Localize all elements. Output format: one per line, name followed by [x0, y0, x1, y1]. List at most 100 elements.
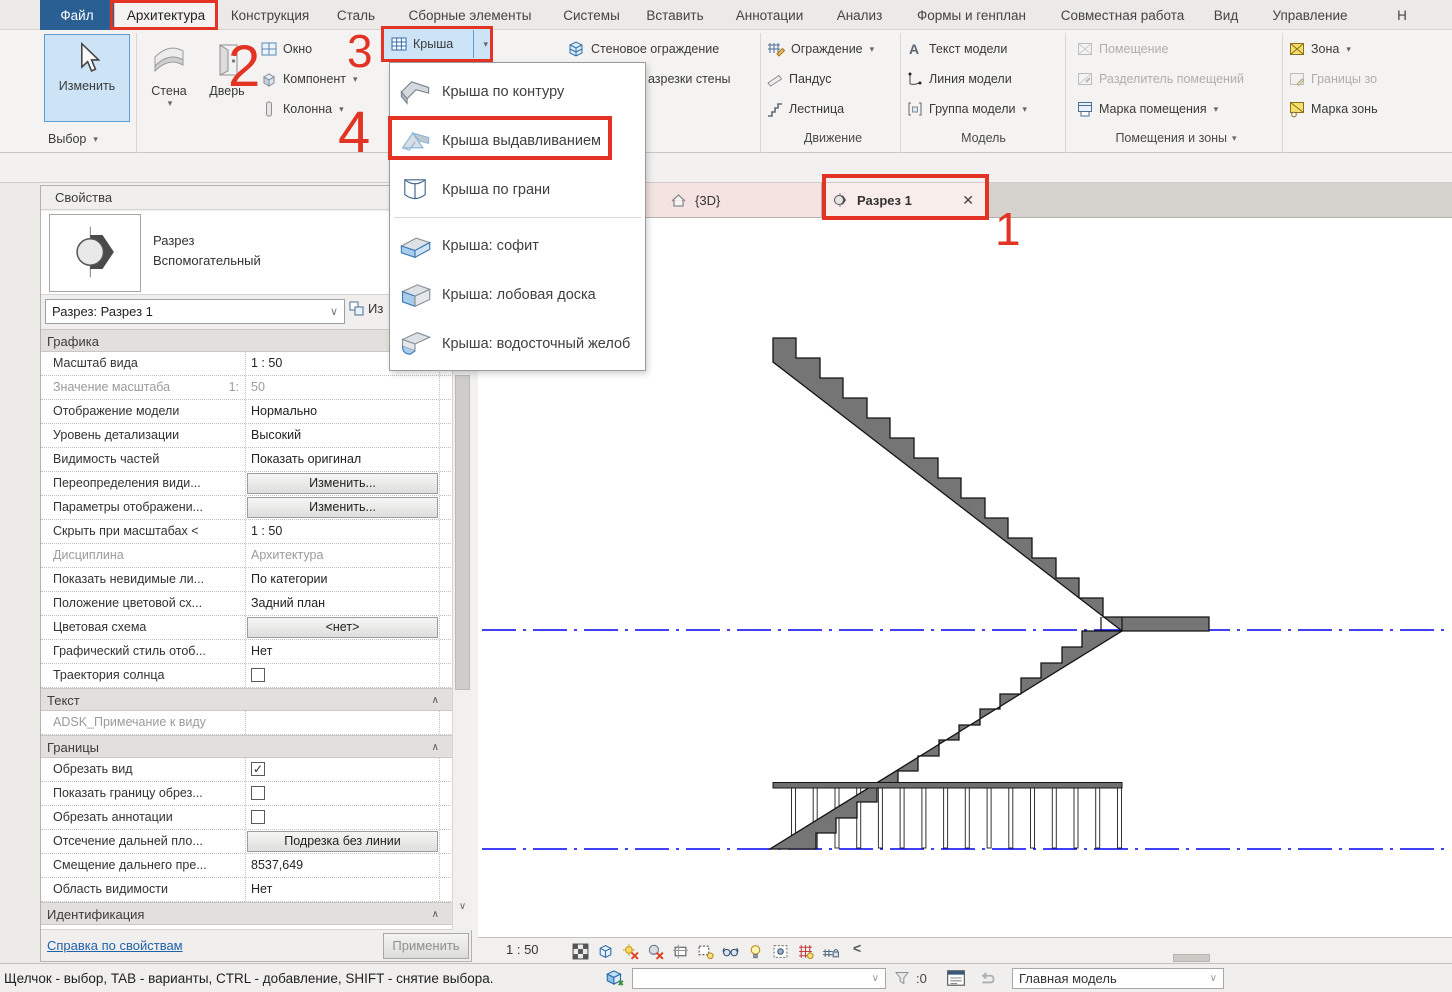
column-button[interactable]: Колонна ▾ [260, 98, 344, 120]
checkbox-unchecked[interactable] [251, 810, 265, 824]
curtain-grid-button[interactable]: Стеновое ограждение [566, 38, 719, 60]
property-button[interactable]: Изменить... [247, 497, 438, 518]
shadows-off-icon[interactable] [645, 942, 665, 960]
close-icon[interactable]: ✕ [962, 192, 974, 209]
filter-icon[interactable] [894, 970, 910, 986]
edit-type-button-fragment[interactable]: Из [349, 301, 383, 316]
property-value[interactable]: <нет> [246, 616, 440, 639]
property-value[interactable] [246, 782, 440, 805]
type-selector[interactable]: Разрез: Разрез 1 ∨ [45, 299, 345, 324]
hide-analytical-icon[interactable] [795, 942, 815, 960]
active-model-combo[interactable]: Главная модель ∨ [1012, 968, 1224, 989]
viewbar-collapse-arrow[interactable]: < [853, 940, 861, 956]
section-header-Текст[interactable]: Текст ∧ [41, 688, 453, 711]
sun-path-off-icon[interactable] [620, 942, 640, 960]
ribbon-tab-Системы[interactable]: Системы [550, 0, 633, 30]
checkbox-checked[interactable]: ✓ [251, 762, 265, 776]
railing-button[interactable]: Ограждение ▾ [766, 38, 874, 60]
property-value[interactable]: Нет [246, 878, 440, 901]
ribbon-tab-Формы и генплан[interactable]: Формы и генплан [897, 0, 1046, 30]
property-button[interactable]: <нет> [247, 617, 438, 638]
ribbon-tab-Вставить[interactable]: Вставить [633, 0, 717, 30]
view-scale[interactable]: 1 : 50 [506, 942, 539, 957]
show-crop-region-icon[interactable] [695, 942, 715, 960]
section-header-Границы[interactable]: Границы ∧ [41, 735, 453, 758]
ribbon-tab-Анализ[interactable]: Анализ [822, 0, 897, 30]
temporary-hide-isolate-icon[interactable] [720, 942, 740, 960]
menu-item-roof-soffit[interactable]: Крыша: софит [390, 221, 645, 270]
model-text-button[interactable]: A Текст модели [906, 38, 1007, 60]
ribbon-tab-Конструкция[interactable]: Конструкция [218, 0, 322, 30]
window-button[interactable]: Окно [260, 38, 312, 60]
ribbon-tab-Аннотации[interactable]: Аннотации [717, 0, 822, 30]
property-value[interactable]: Высокий [246, 424, 440, 447]
property-value[interactable]: ✓ [246, 758, 440, 781]
collapse-icon[interactable]: ∧ [432, 689, 439, 712]
visual-style-icon[interactable] [595, 942, 615, 960]
roof-split-button[interactable]: Крыша ▾ [383, 28, 493, 60]
checkbox-unchecked[interactable] [251, 786, 265, 800]
checkbox-unchecked[interactable] [251, 668, 265, 682]
property-button[interactable]: Подрезка без линии [247, 831, 438, 852]
collapse-icon[interactable]: ∧ [432, 736, 439, 759]
property-value[interactable]: 8537,649 [246, 854, 440, 877]
property-value[interactable]: Задний план [246, 592, 440, 615]
model-line-button[interactable]: Линия модели [906, 68, 1012, 90]
ribbon-tab-Архитектура[interactable]: Архитектура [114, 0, 218, 30]
crop-view-icon[interactable] [670, 942, 690, 960]
crop-size-icon[interactable] [570, 942, 590, 960]
ribbon-tab-Сборные элементы[interactable]: Сборные элементы [390, 0, 550, 30]
model-group-button[interactable]: Группа модели ▾ [906, 98, 1027, 120]
property-value[interactable] [246, 664, 440, 687]
component-button[interactable]: Компонент ▾ [260, 68, 358, 90]
ribbon-tab-Совместная работа[interactable]: Совместная работа [1046, 0, 1199, 30]
menu-item-roof-gutter[interactable]: Крыша: водосточный желоб [390, 319, 645, 368]
editor-requests-icon[interactable] [946, 969, 966, 987]
ribbon-tab-Н[interactable]: Н [1372, 0, 1432, 30]
roof-dropdown-caret[interactable]: ▾ [483, 39, 488, 50]
modify-button[interactable]: Изменить [44, 34, 130, 122]
stair-button[interactable]: Лестница [766, 98, 844, 120]
selection-panel-label[interactable]: Выбор ▾ [48, 128, 98, 150]
wall-button[interactable]: Стена ▾ [142, 34, 196, 130]
property-value[interactable]: По категории [246, 568, 440, 591]
section-header-Идентификация[interactable]: Идентификация ∧ [41, 902, 453, 925]
zone-button[interactable]: Зона ▾ [1288, 38, 1351, 60]
ribbon-tab-Сталь[interactable]: Сталь [322, 0, 390, 30]
view-tab-3d[interactable]: {3D} [646, 183, 822, 217]
door-button[interactable]: Дверь [200, 34, 254, 130]
property-value[interactable]: 50 [246, 376, 440, 399]
wall-dropdown-caret[interactable]: ▾ [168, 98, 173, 109]
zone-tag-button[interactable]: Марка зонь [1288, 98, 1378, 120]
ribbon-tab-Вид[interactable]: Вид [1199, 0, 1253, 30]
menu-item-roof-extrusion[interactable]: Крыша выдавливанием [390, 116, 645, 165]
type-preview-image[interactable] [49, 214, 141, 292]
room-tag-button[interactable]: Марка помещения ▾ [1076, 98, 1218, 120]
property-value[interactable] [246, 806, 440, 829]
scrollbar-down-arrow[interactable]: ∨ [453, 898, 472, 916]
property-value[interactable]: Нормально [246, 400, 440, 423]
property-button[interactable]: Изменить... [247, 473, 438, 494]
collapse-icon[interactable]: ∧ [432, 903, 439, 926]
ribbon-tab-Управление[interactable]: Управление [1253, 0, 1367, 30]
property-value[interactable]: Изменить... [246, 472, 440, 495]
property-value[interactable]: Подрезка без линии [246, 830, 440, 853]
menu-item-roof-footprint[interactable]: Крыша по контуру [390, 67, 645, 116]
horizontal-scrollbar-thumb[interactable] [1173, 954, 1210, 962]
menu-item-roof-fascia[interactable]: Крыша: лобовая доска [390, 270, 645, 319]
property-value[interactable]: 1 : 50 [246, 520, 440, 543]
property-value[interactable]: Изменить... [246, 496, 440, 519]
view-tab-section-1[interactable]: Разрез 1 ✕ [822, 183, 987, 217]
properties-help-link[interactable]: Справка по свойствам [47, 938, 183, 953]
ribbon-tab-file[interactable]: Файл [40, 0, 114, 30]
menu-item-roof-face[interactable]: Крыша по грани [390, 165, 645, 214]
property-value[interactable]: Нет [246, 640, 440, 663]
view-lock-icon[interactable] [820, 942, 840, 960]
wall-reveal-button-fragment[interactable]: азрезки стены [648, 68, 731, 90]
reveal-hidden-icon[interactable] [745, 942, 765, 960]
temporary-view-properties-icon[interactable] [770, 942, 790, 960]
property-value[interactable] [246, 711, 440, 734]
worksharing-icon[interactable] [604, 968, 626, 988]
scrollbar-thumb[interactable] [455, 375, 470, 690]
design-option-combo[interactable]: ∨ [632, 968, 886, 989]
